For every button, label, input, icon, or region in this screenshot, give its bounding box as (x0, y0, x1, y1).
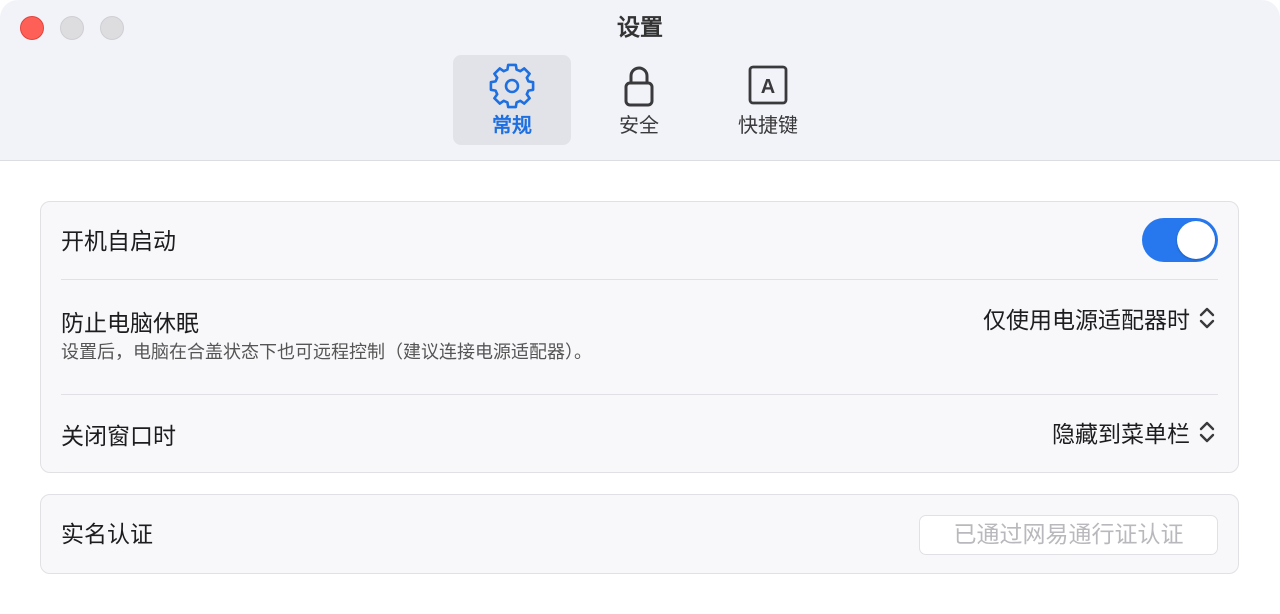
prevent-sleep-row: 防止电脑休眠 设置后，电脑在合盖状态下也可远程控制（建议连接电源适配器）。 仅使… (61, 300, 1218, 370)
close-window-select[interactable]: 隐藏到菜单栏 (1052, 416, 1218, 448)
up-down-chevron-icon (1199, 421, 1215, 443)
verification-card: 实名认证 已通过网易通行证认证 (40, 494, 1239, 574)
close-window-row: 关闭窗口时 隐藏到菜单栏 (61, 414, 1218, 462)
settings-window: 设置 常规 安全 A 快捷键 开机自启动 防止电脑休眠 设置后，电脑在合盖状态下… (0, 0, 1280, 614)
title-bar: 设置 常规 安全 A 快捷键 (0, 0, 1280, 161)
close-window-label: 关闭窗口时 (61, 424, 176, 450)
prevent-sleep-label: 防止电脑休眠 (61, 311, 199, 337)
tab-shortcuts-label: 快捷键 (738, 113, 798, 137)
prevent-sleep-value: 仅使用电源适配器时 (983, 308, 1190, 334)
toggle-knob (1177, 221, 1215, 259)
lock-icon (624, 66, 654, 107)
up-down-chevron-icon (1199, 307, 1215, 329)
verification-label: 实名认证 (61, 522, 153, 548)
auto-start-label: 开机自启动 (61, 229, 176, 255)
tab-shortcuts[interactable]: A 快捷键 (709, 55, 827, 145)
prevent-sleep-select[interactable]: 仅使用电源适配器时 (983, 302, 1218, 334)
tab-general-label: 常规 (492, 113, 532, 137)
general-options-card: 开机自启动 防止电脑休眠 设置后，电脑在合盖状态下也可远程控制（建议连接电源适配… (40, 201, 1239, 473)
verification-row: 实名认证 已通过网易通行证认证 (61, 515, 1218, 555)
auto-start-toggle[interactable] (1142, 218, 1218, 262)
close-window-value: 隐藏到菜单栏 (1052, 422, 1190, 448)
auto-start-row: 开机自启动 (61, 218, 1218, 266)
row-divider (61, 279, 1218, 280)
row-divider (61, 394, 1218, 395)
key-letter: A (761, 76, 775, 98)
tab-security[interactable]: 安全 (580, 55, 698, 145)
tab-general[interactable]: 常规 (453, 55, 571, 145)
tab-security-label: 安全 (619, 113, 659, 137)
prevent-sleep-description: 设置后，电脑在合盖状态下也可远程控制（建议连接电源适配器）。 (61, 342, 592, 363)
gear-icon (489, 63, 535, 109)
window-title: 设置 (617, 15, 663, 41)
keyboard-key-a-icon: A (748, 65, 788, 105)
verification-status-button: 已通过网易通行证认证 (919, 515, 1218, 555)
